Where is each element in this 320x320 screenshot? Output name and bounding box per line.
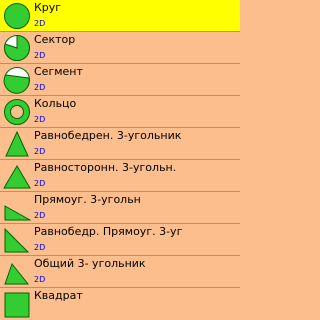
dimension-tag: 2D: [34, 19, 46, 28]
list-item-equilateral-triangle[interactable]: Равносторонн. 3-угольн. 2D: [0, 160, 240, 192]
dimension-tag: 2D: [34, 147, 46, 156]
list-item-label: Кольцо: [34, 97, 77, 110]
list-item-label: Квадрат: [34, 289, 83, 302]
equilateral-triangle-icon: [3, 162, 31, 190]
list-item-label: Сектор: [34, 33, 76, 46]
list-item-segment[interactable]: Сегмент 2D: [0, 64, 240, 96]
dimension-tag: 2D: [34, 211, 46, 220]
isosceles-triangle-icon: [3, 130, 31, 158]
list-item-label: Прямоуг. 3-угольн: [34, 193, 141, 206]
list-item-sector[interactable]: Сектор 2D: [0, 32, 240, 64]
dimension-tag: 2D: [34, 275, 46, 284]
shape-list: Круг 2D Сектор 2D Сегмент 2D Кольцо 2D Р…: [0, 0, 240, 320]
circle-icon: [3, 2, 31, 30]
list-item-square[interactable]: Квадрат: [0, 288, 240, 320]
list-item-label: Равнобедрен. 3-угольник: [34, 129, 182, 142]
list-item-ring[interactable]: Кольцо 2D: [0, 96, 240, 128]
dimension-tag: 2D: [34, 83, 46, 92]
list-item-circle[interactable]: Круг 2D: [0, 0, 240, 32]
list-item-label: Общий 3- угольник: [34, 257, 146, 270]
dimension-tag: 2D: [34, 51, 46, 60]
isosceles-right-triangle-icon: [3, 226, 31, 254]
right-triangle-icon: [3, 194, 31, 222]
list-item-right-triangle[interactable]: Прямоуг. 3-угольн 2D: [0, 192, 240, 224]
sector-icon: [3, 34, 31, 62]
ring-icon: [3, 98, 31, 126]
list-item-isosceles-triangle[interactable]: Равнобедрен. 3-угольник 2D: [0, 128, 240, 160]
general-triangle-icon: [3, 258, 31, 286]
dimension-tag: 2D: [34, 115, 46, 124]
list-item-label: Равносторонн. 3-угольн.: [34, 161, 177, 174]
list-item-isosceles-right-triangle[interactable]: Равнобедр. Прямоуг. 3-уг 2D: [0, 224, 240, 256]
dimension-tag: 2D: [34, 243, 46, 252]
segment-icon: [3, 66, 31, 94]
list-item-label: Равнобедр. Прямоуг. 3-уг: [34, 225, 183, 238]
list-item-general-triangle[interactable]: Общий 3- угольник 2D: [0, 256, 240, 288]
list-item-label: Круг: [34, 1, 62, 14]
dimension-tag: 2D: [34, 179, 46, 188]
list-item-label: Сегмент: [34, 65, 83, 78]
square-icon: [3, 290, 31, 318]
